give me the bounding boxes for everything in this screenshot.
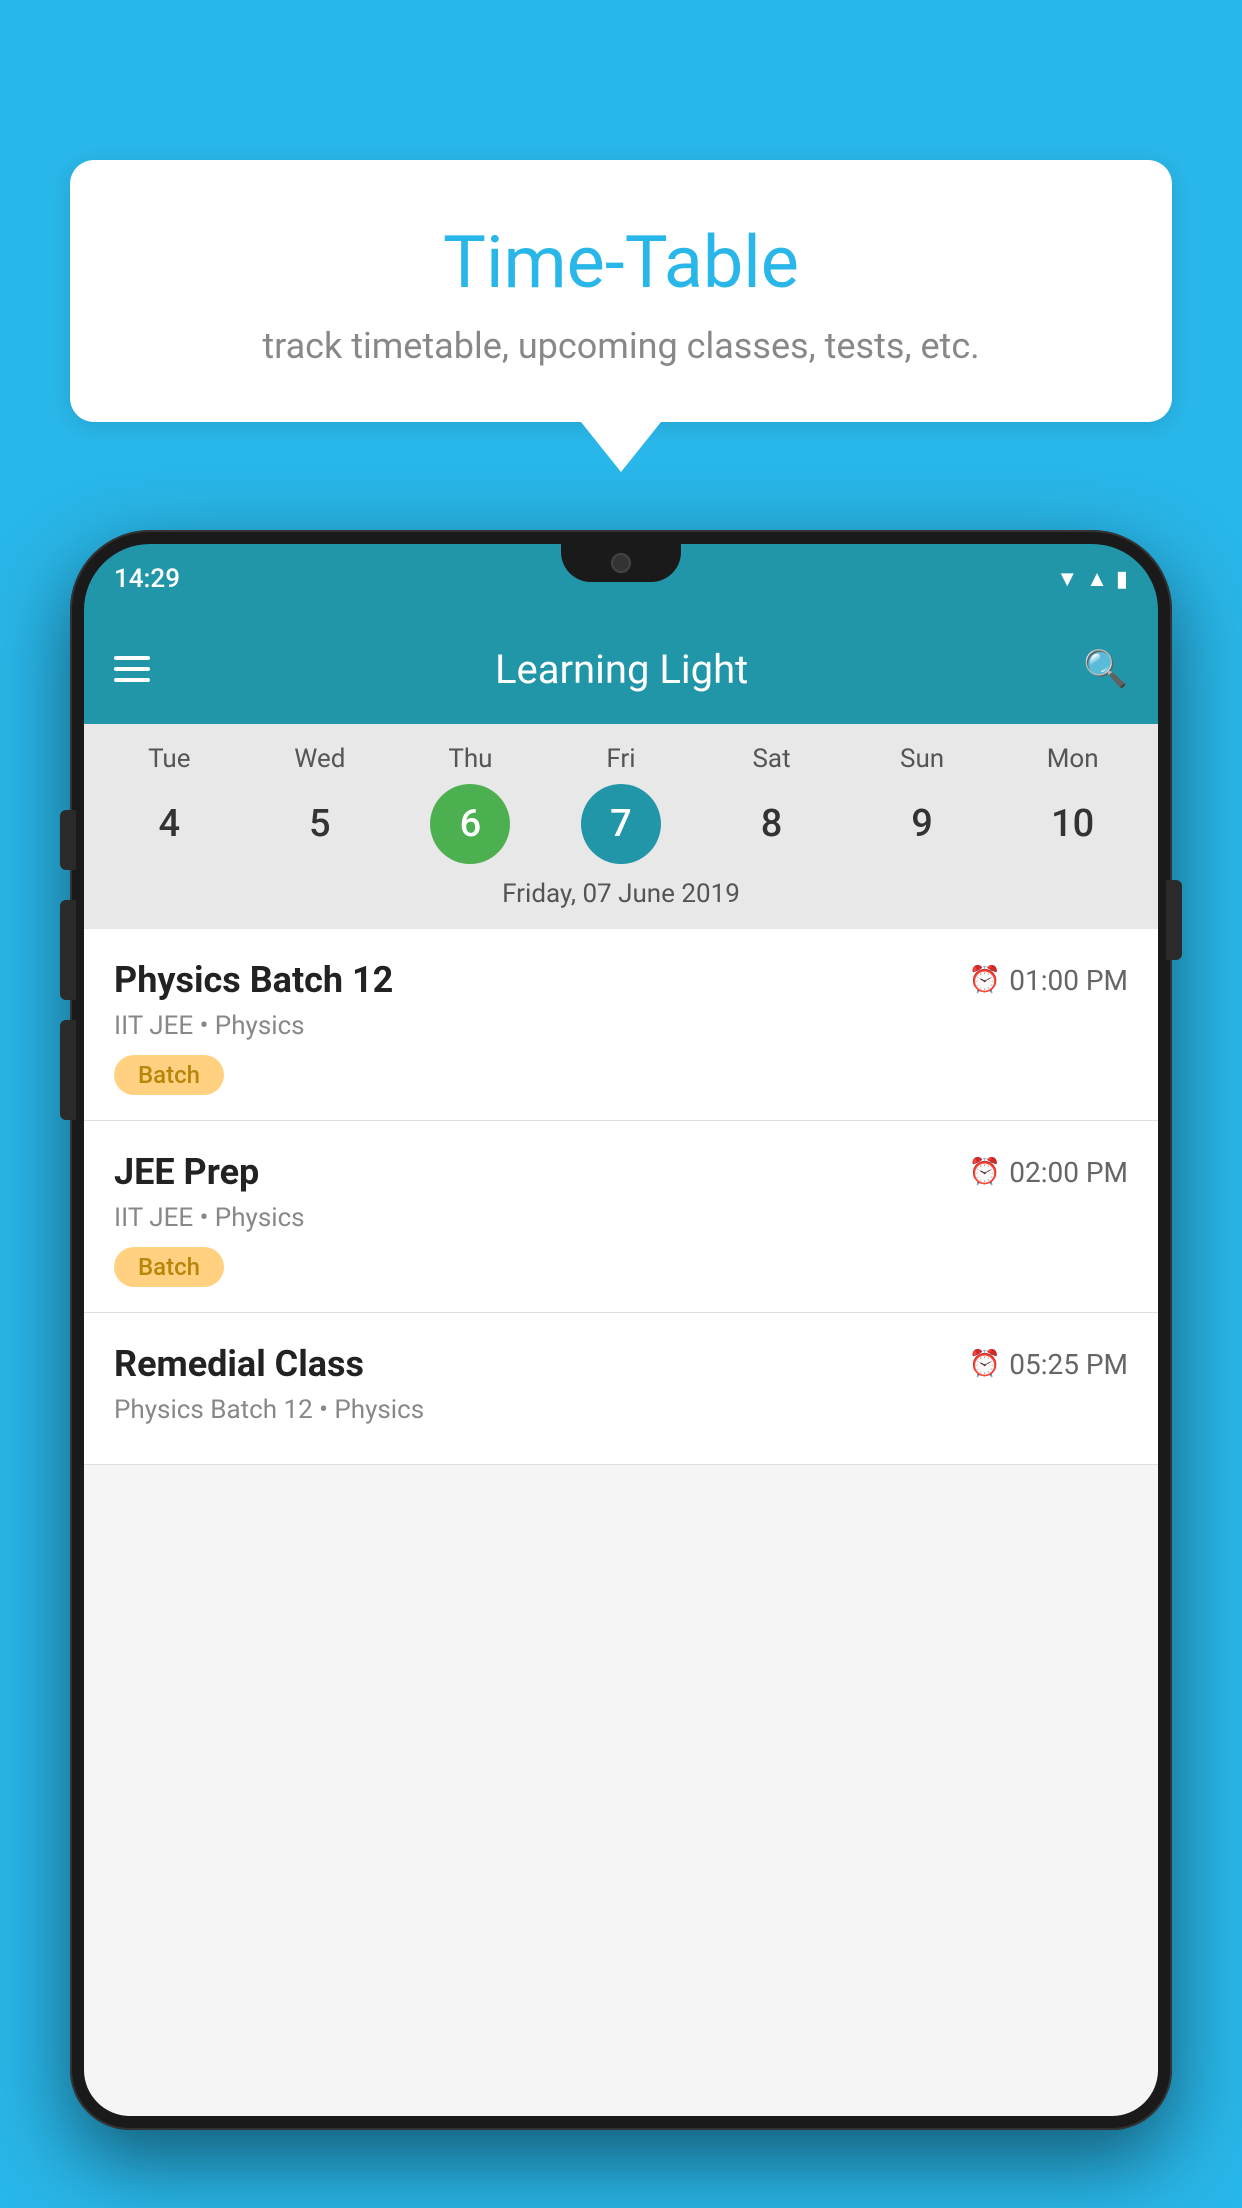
day-10[interactable]: 10 xyxy=(1033,784,1113,864)
schedule-item-2-title: JEE Prep xyxy=(114,1151,259,1193)
schedule-item-1-header: Physics Batch 12 ⏰ 01:00 PM xyxy=(114,959,1128,1001)
speech-bubble-arrow xyxy=(581,422,661,472)
schedule-list: Physics Batch 12 ⏰ 01:00 PM IIT JEE • Ph… xyxy=(84,929,1158,1465)
clock-icon-3: ⏰ xyxy=(969,1349,1001,1379)
batch-badge-2: Batch xyxy=(114,1247,224,1287)
day-headers: Tue Wed Thu Fri Sat Sun Mon xyxy=(94,744,1148,774)
schedule-item-3-time: ⏰ 05:25 PM xyxy=(969,1348,1128,1381)
schedule-item-3-time-text: 05:25 PM xyxy=(1009,1348,1128,1381)
clock-icon-2: ⏰ xyxy=(969,1157,1001,1187)
clock-icon-1: ⏰ xyxy=(969,965,1001,995)
schedule-item-1-time: ⏰ 01:00 PM xyxy=(969,964,1128,997)
speech-bubble-title: Time-Table xyxy=(130,220,1112,305)
volume-down-button[interactable] xyxy=(60,1020,76,1120)
status-icons: ▼ ▲ ▮ xyxy=(1056,566,1128,592)
day-header-wed: Wed xyxy=(260,744,380,774)
speech-bubble: Time-Table track timetable, upcoming cla… xyxy=(70,160,1172,422)
schedule-item-1-title: Physics Batch 12 xyxy=(114,959,393,1001)
selected-date-label: Friday, 07 June 2019 xyxy=(94,879,1148,919)
volume-up-button[interactable] xyxy=(60,900,76,1000)
app-bar-title: Learning Light xyxy=(190,646,1053,693)
schedule-item-2-subtitle: IIT JEE • Physics xyxy=(114,1203,1128,1233)
phone-outer: 14:29 ▼ ▲ ▮ Learning Light 🔍 xyxy=(70,530,1172,2130)
day-header-thu: Thu xyxy=(410,744,530,774)
search-button[interactable]: 🔍 xyxy=(1083,648,1128,690)
schedule-item-2[interactable]: JEE Prep ⏰ 02:00 PM IIT JEE • Physics Ba… xyxy=(84,1121,1158,1313)
signal-icon: ▲ xyxy=(1086,566,1108,592)
batch-badge-1: Batch xyxy=(114,1055,224,1095)
day-8[interactable]: 8 xyxy=(732,784,812,864)
day-6-today[interactable]: 6 xyxy=(430,784,510,864)
battery-icon: ▮ xyxy=(1116,567,1128,592)
menu-button[interactable] xyxy=(114,656,150,682)
day-7-selected[interactable]: 7 xyxy=(581,784,661,864)
day-header-fri: Fri xyxy=(561,744,681,774)
schedule-item-2-time-text: 02:00 PM xyxy=(1009,1156,1128,1189)
day-5[interactable]: 5 xyxy=(280,784,360,864)
wifi-icon: ▼ xyxy=(1056,566,1078,592)
day-4[interactable]: 4 xyxy=(129,784,209,864)
phone-notch xyxy=(561,544,681,582)
day-header-sat: Sat xyxy=(712,744,832,774)
mute-button[interactable] xyxy=(60,810,76,870)
app-bar: Learning Light 🔍 xyxy=(84,614,1158,724)
day-header-sun: Sun xyxy=(862,744,982,774)
speech-bubble-subtitle: track timetable, upcoming classes, tests… xyxy=(130,325,1112,367)
day-header-tue: Tue xyxy=(109,744,229,774)
schedule-item-3-subtitle: Physics Batch 12 • Physics xyxy=(114,1395,1128,1425)
front-camera xyxy=(611,553,631,573)
schedule-item-2-header: JEE Prep ⏰ 02:00 PM xyxy=(114,1151,1128,1193)
calendar-strip: Tue Wed Thu Fri Sat Sun Mon 4 5 6 7 8 9 … xyxy=(84,724,1158,929)
schedule-item-3-header: Remedial Class ⏰ 05:25 PM xyxy=(114,1343,1128,1385)
status-time: 14:29 xyxy=(114,564,180,594)
day-9[interactable]: 9 xyxy=(882,784,962,864)
phone-frame: 14:29 ▼ ▲ ▮ Learning Light 🔍 xyxy=(70,530,1172,2208)
schedule-item-1[interactable]: Physics Batch 12 ⏰ 01:00 PM IIT JEE • Ph… xyxy=(84,929,1158,1121)
speech-bubble-container: Time-Table track timetable, upcoming cla… xyxy=(70,160,1172,472)
phone-screen: Learning Light 🔍 Tue Wed Thu Fri Sat Sun… xyxy=(84,614,1158,2116)
schedule-item-3-title: Remedial Class xyxy=(114,1343,364,1385)
day-header-mon: Mon xyxy=(1013,744,1133,774)
schedule-item-1-subtitle: IIT JEE • Physics xyxy=(114,1011,1128,1041)
schedule-item-3[interactable]: Remedial Class ⏰ 05:25 PM Physics Batch … xyxy=(84,1313,1158,1465)
schedule-item-1-time-text: 01:00 PM xyxy=(1009,964,1128,997)
schedule-item-2-time: ⏰ 02:00 PM xyxy=(969,1156,1128,1189)
power-button[interactable] xyxy=(1166,880,1182,960)
status-bar: 14:29 ▼ ▲ ▮ xyxy=(84,544,1158,614)
day-numbers: 4 5 6 7 8 9 10 xyxy=(94,784,1148,864)
